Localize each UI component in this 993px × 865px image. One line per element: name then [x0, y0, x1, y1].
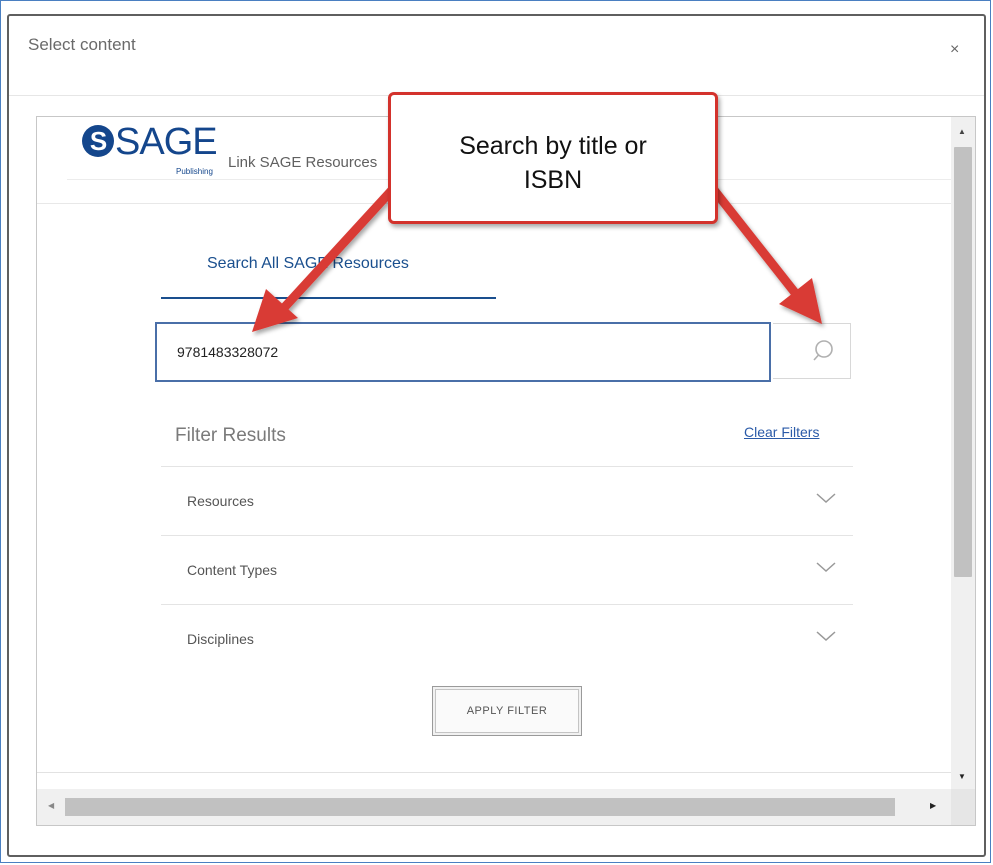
search-icon	[813, 340, 833, 361]
annotation-callout: Search by title or ISBN	[388, 92, 718, 224]
sage-logo-mark: S SAGE	[82, 121, 218, 164]
vertical-scrollbar[interactable]: ▲ ▼	[951, 117, 975, 789]
filter-label: Content Types	[187, 562, 278, 578]
filter-results-title: Filter Results	[175, 425, 286, 446]
scrollbar-corner	[951, 789, 975, 825]
scroll-right-icon[interactable]: ▶	[930, 801, 936, 810]
horizontal-scrollbar[interactable]: ◀ ▶	[37, 789, 951, 825]
filter-label: Resources	[187, 493, 254, 509]
active-tab-underline	[161, 297, 496, 299]
vertical-scroll-thumb[interactable]	[954, 147, 972, 577]
chevron-down-icon	[816, 493, 836, 504]
filter-row-content-types[interactable]: Content Types	[161, 535, 853, 603]
callout-line2: ISBN	[523, 166, 583, 194]
dialog-title: Select content	[28, 35, 136, 54]
filter-label: Disciplines	[187, 631, 254, 647]
chevron-down-icon	[816, 631, 836, 642]
filter-row-resources[interactable]: Resources	[161, 466, 853, 534]
close-icon[interactable]: ×	[950, 42, 959, 58]
content-bottom-divider	[37, 772, 952, 773]
search-button[interactable]	[773, 323, 851, 379]
scroll-down-icon[interactable]: ▼	[958, 772, 966, 781]
clear-filters-link[interactable]: Clear Filters	[744, 424, 819, 440]
logo-subtitle: Publishing	[176, 167, 213, 176]
logo-text: SAGE	[115, 121, 218, 163]
filter-row-disciplines[interactable]: Disciplines	[161, 604, 853, 672]
link-resources-title: Link SAGE Resources	[228, 154, 378, 171]
callout-line1: Search by title or	[459, 132, 647, 160]
scroll-up-icon[interactable]: ▲	[958, 127, 966, 136]
logo-s-circle: S	[82, 125, 114, 157]
tab-search-all[interactable]: Search All SAGE Resources	[207, 255, 409, 273]
search-input[interactable]	[155, 322, 771, 382]
chevron-down-icon	[816, 562, 836, 573]
apply-filter-button[interactable]: APPLY FILTER	[432, 686, 582, 736]
horizontal-scroll-thumb[interactable]	[65, 798, 895, 816]
scroll-left-icon[interactable]: ◀	[48, 801, 54, 810]
